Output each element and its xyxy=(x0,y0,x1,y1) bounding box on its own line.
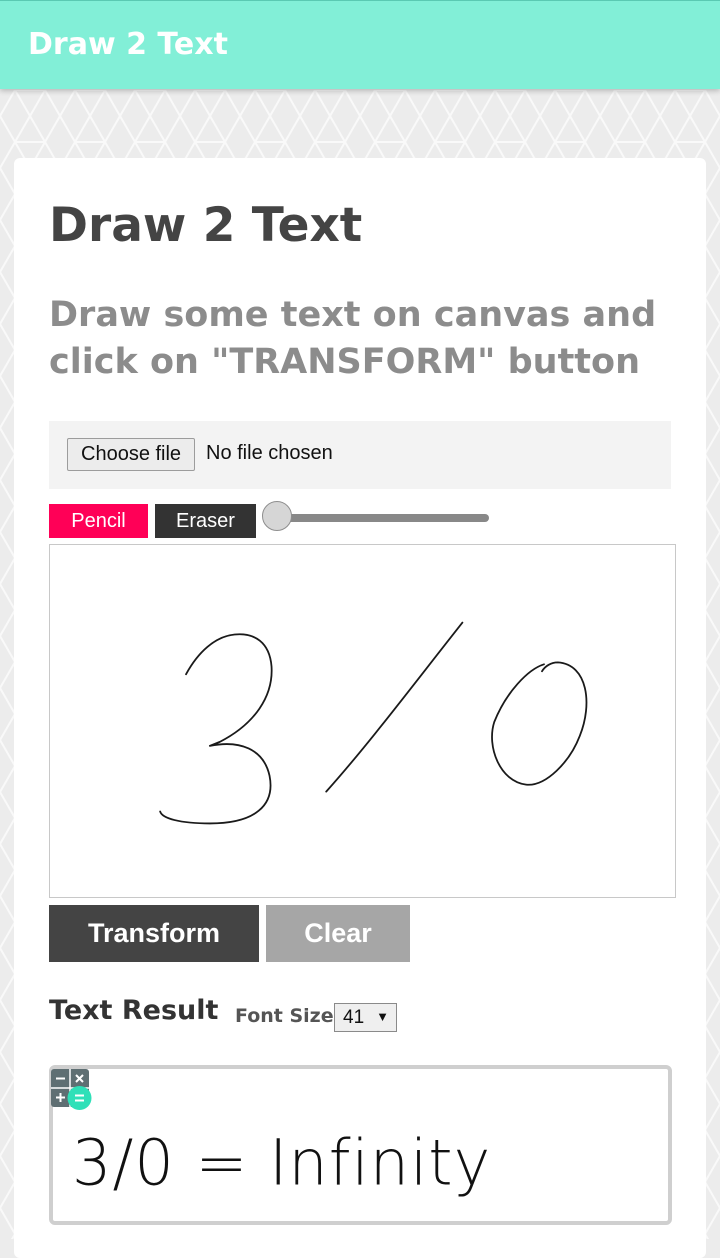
app-bar-title: Draw 2 Text xyxy=(28,27,228,62)
transform-button[interactable]: Transform xyxy=(49,905,259,962)
chevron-down-icon: ▼ xyxy=(376,1009,389,1024)
clear-button[interactable]: Clear xyxy=(266,905,410,962)
font-size-select[interactable]: 41 ▼ xyxy=(334,1003,397,1032)
page-title: Draw 2 Text xyxy=(49,198,363,253)
text-result-heading: Text Result xyxy=(49,995,219,1026)
calculator-icon[interactable] xyxy=(51,1069,93,1111)
font-size-value: 41 xyxy=(343,1007,365,1028)
eraser-button[interactable]: Eraser xyxy=(155,504,256,538)
handwritten-strokes xyxy=(159,621,588,825)
pencil-button[interactable]: Pencil xyxy=(49,504,148,538)
file-status-text: No file chosen xyxy=(206,442,333,464)
font-size-label: Font Size xyxy=(235,1005,334,1027)
stroke-slash xyxy=(325,621,464,793)
brush-size-slider-track[interactable] xyxy=(278,514,489,522)
stroke-digit-3 xyxy=(159,633,273,825)
file-input-bar: Choose file No file chosen xyxy=(49,421,671,489)
page-subtitle: Draw some text on canvas and click on "T… xyxy=(49,295,657,382)
text-result-value: 3/0 = Infinity xyxy=(72,1125,492,1200)
app-bar: Draw 2 Text xyxy=(0,0,720,89)
brush-size-slider-handle[interactable] xyxy=(262,501,292,531)
stroke-digit-0 xyxy=(491,661,588,786)
drawing-canvas[interactable] xyxy=(49,544,676,898)
choose-file-button[interactable]: Choose file xyxy=(67,438,196,471)
